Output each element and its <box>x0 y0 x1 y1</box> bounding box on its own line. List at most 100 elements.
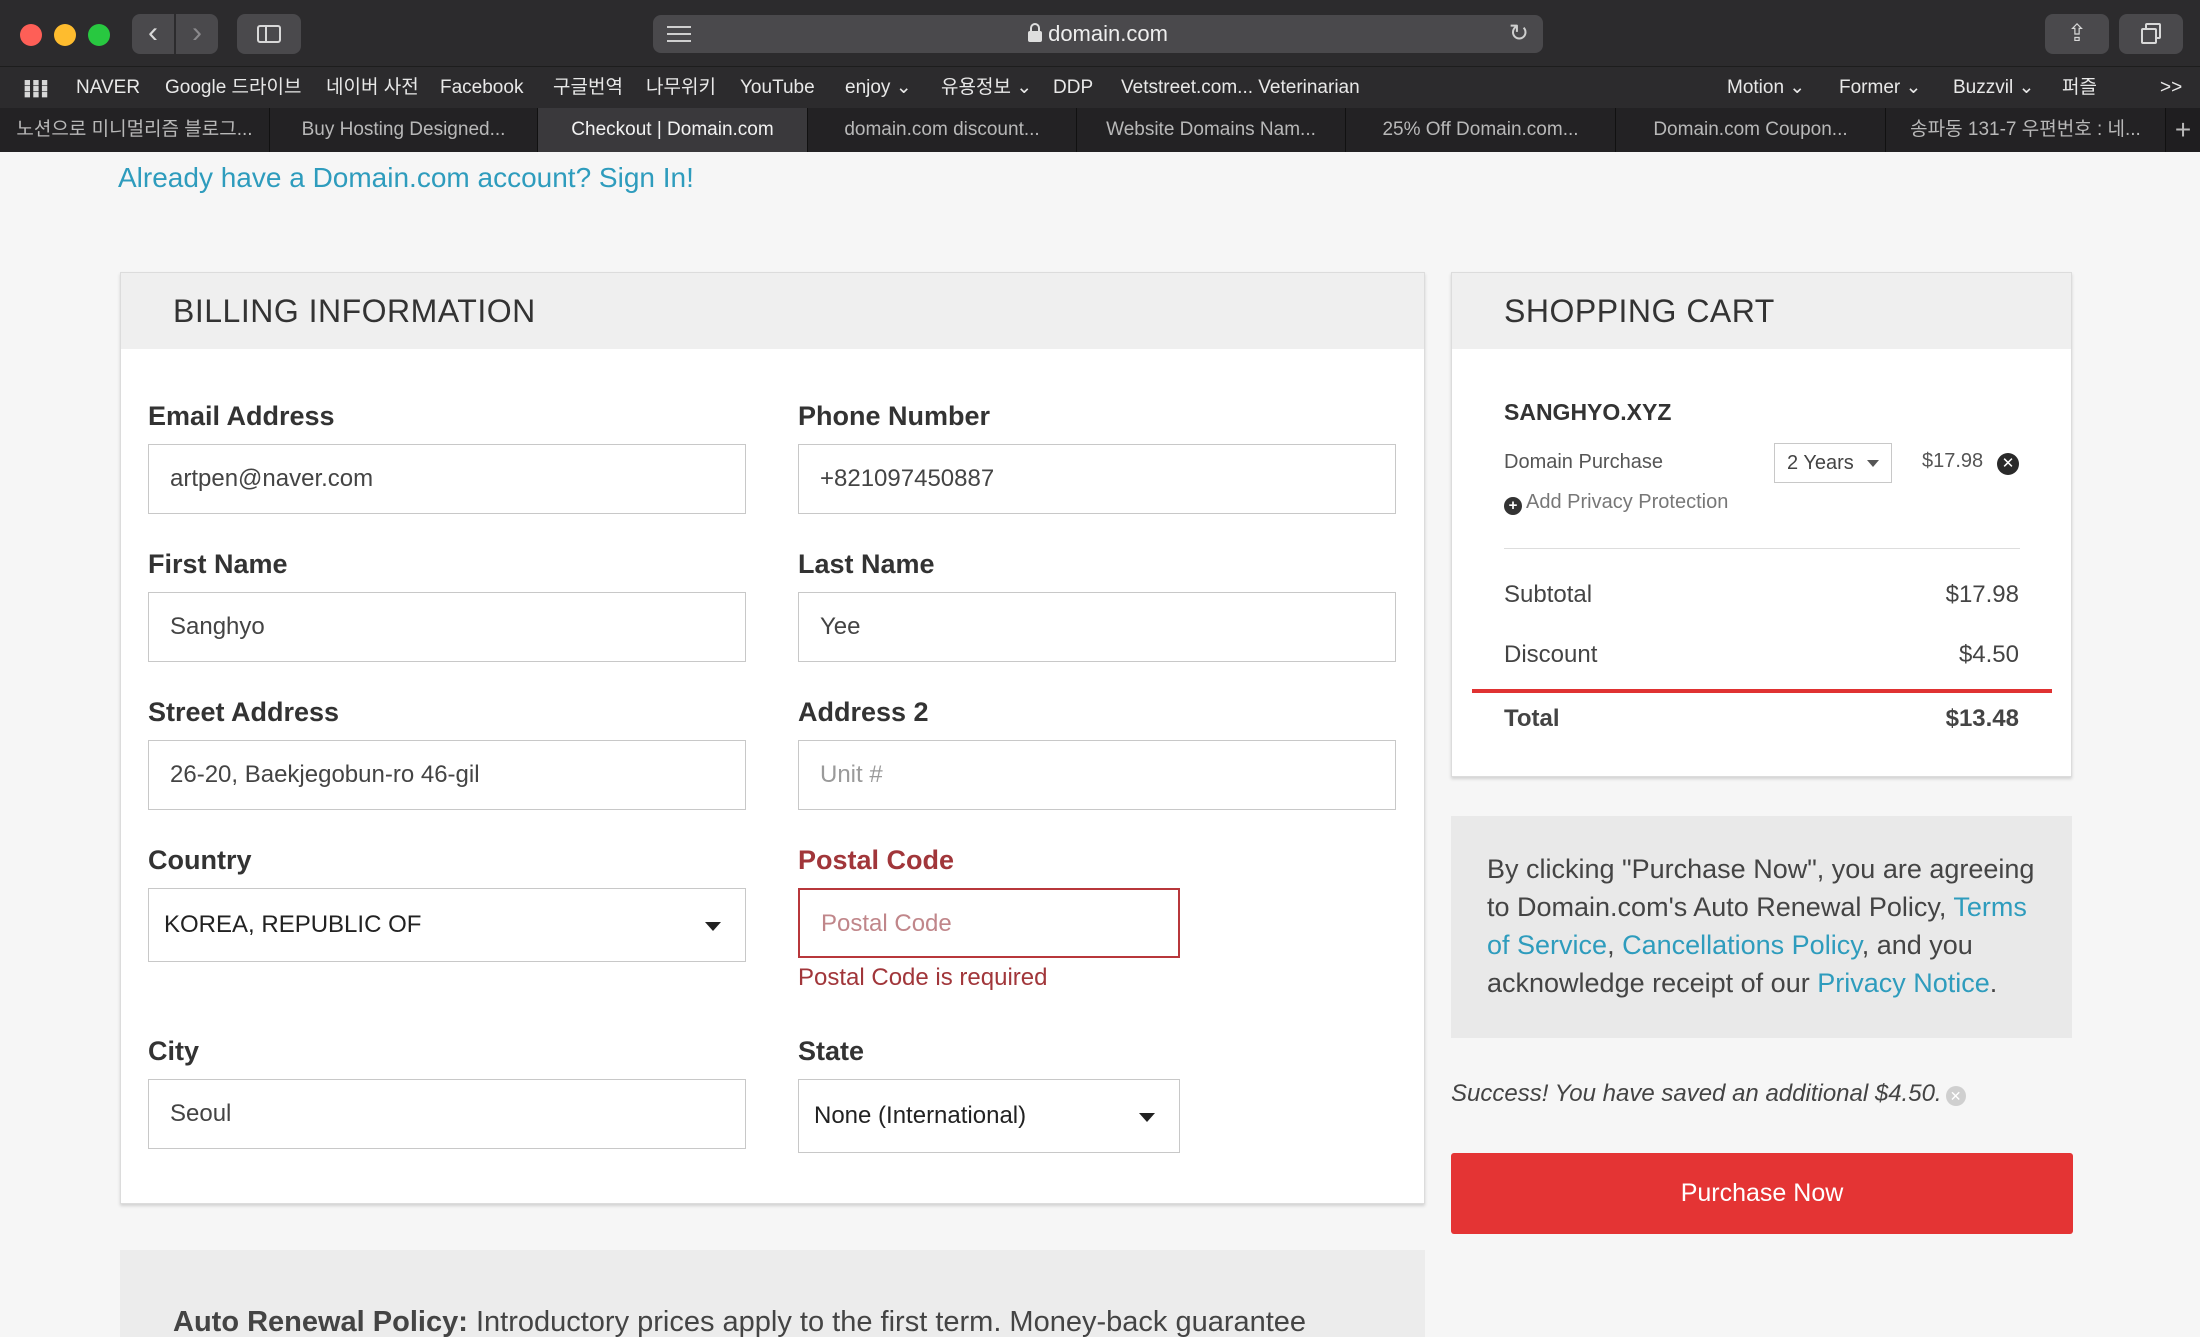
postal-code-error: Postal Code is required <box>798 964 1048 991</box>
page-content: Already have a Domain.com account? Sign … <box>0 152 2200 1337</box>
bookmark-vetstreet[interactable]: Vetstreet.com... Veterinarian <box>1121 67 1360 109</box>
state-value: None (International) <box>814 1102 1027 1129</box>
auto-renewal-label: Auto Renewal Policy: <box>173 1306 468 1337</box>
bookmark-google-drive[interactable]: Google 드라이브 <box>165 67 301 109</box>
tab-website-domains[interactable]: Website Domains Nam... <box>1077 108 1346 152</box>
cart-item-price: $17.98 <box>1922 450 1984 472</box>
share-button[interactable]: ⇪ <box>2045 14 2109 54</box>
bookmark-folder-motion[interactable]: Motion ⌄ <box>1727 67 1805 109</box>
tab-postal-code[interactable]: 송파동 131-7 우편번호 : 네... <box>1886 108 2166 152</box>
city-label: City <box>148 1036 200 1066</box>
discount-label: Discount <box>1504 641 1598 668</box>
last-name-field[interactable]: Yee <box>798 592 1396 662</box>
back-button[interactable]: ‹ <box>132 14 174 54</box>
bookmark-puzzle[interactable]: 퍼즐 <box>2062 67 2097 109</box>
street-address-field[interactable]: 26-20, Baekjegobun-ro 46-gil <box>148 740 746 810</box>
plus-circle-icon: + <box>1504 497 1522 515</box>
discount-value: $4.50 <box>1958 641 2019 668</box>
term-select[interactable]: 2 Years <box>1774 443 1892 483</box>
phone-field[interactable]: +821097450887 <box>798 444 1396 514</box>
country-select[interactable]: KOREA, REPUBLIC OF <box>148 888 746 962</box>
success-text: Success! You have saved an additional $4… <box>1451 1080 1942 1107</box>
subtotal-label: Subtotal <box>1504 581 1593 608</box>
chevron-down-icon <box>1139 1113 1155 1122</box>
postal-code-field[interactable]: Postal Code <box>798 888 1180 958</box>
bookmark-folder-useful[interactable]: 유용정보 ⌄ <box>941 67 1032 109</box>
add-privacy-link[interactable]: + Add Privacy Protection <box>1504 491 1728 515</box>
add-privacy-label: Add Privacy Protection <box>1526 491 1729 513</box>
tab-checkout-domain[interactable]: Checkout | Domain.com <box>538 108 808 152</box>
minimize-window-button[interactable] <box>54 24 76 46</box>
success-message: Success! You have saved an additional $4… <box>1451 1080 1966 1108</box>
sign-in-link[interactable]: Already have a Domain.com account? Sign … <box>118 162 694 194</box>
email-field[interactable]: artpen@naver.com <box>148 444 746 514</box>
street-address-label: Street Address <box>148 697 340 727</box>
tab-domain-discount[interactable]: domain.com discount... <box>808 108 1077 152</box>
window-titlebar: ‹ › domain.com ↻ ⇪ <box>0 0 2200 66</box>
sidebar-icon <box>257 25 281 43</box>
chevron-down-icon <box>1867 460 1879 467</box>
url-text: domain.com <box>1048 21 1168 46</box>
bookmark-google-translate[interactable]: 구글번역 <box>553 67 623 109</box>
bookmark-youtube[interactable]: YouTube <box>740 67 815 109</box>
sidebar-toggle-button[interactable] <box>237 14 301 54</box>
bookmarks-overflow-icon[interactable]: >> <box>2160 67 2182 109</box>
bookmark-naver[interactable]: NAVER <box>76 67 140 109</box>
country-label: Country <box>148 845 252 875</box>
cart-item-label: Domain Purchase <box>1504 451 1663 473</box>
tab-notion-blog[interactable]: 노션으로 미니멀리즘 블로그... <box>0 108 270 152</box>
reload-icon[interactable]: ↻ <box>1509 18 1529 50</box>
state-label: State <box>798 1036 865 1066</box>
lock-icon <box>1028 23 1043 42</box>
first-name-label: First Name <box>148 549 288 579</box>
address-bar[interactable]: domain.com ↻ <box>653 15 1543 53</box>
last-name-label: Last Name <box>798 549 935 579</box>
first-name-field[interactable]: Sanghyo <box>148 592 746 662</box>
billing-information-panel: BILLING INFORMATION Email Address artpen… <box>120 272 1425 1204</box>
tab-domain-coupon[interactable]: Domain.com Coupon... <box>1616 108 1886 152</box>
subtotal-value: $17.98 <box>1945 581 2019 608</box>
show-tabs-button[interactable] <box>2119 14 2183 54</box>
bookmark-folder-buzzvil[interactable]: Buzzvil ⌄ <box>1953 67 2034 109</box>
auto-renewal-policy: Auto Renewal Policy: Introductory prices… <box>120 1250 1425 1337</box>
bookmark-folder-former[interactable]: Former ⌄ <box>1839 67 1921 109</box>
email-label: Email Address <box>148 401 335 431</box>
remove-item-icon[interactable]: ✕ <box>1997 453 2019 475</box>
share-icon: ⇪ <box>2066 20 2088 47</box>
zoom-window-button[interactable] <box>88 24 110 46</box>
cart-domain-name: SANGHYO.XYZ <box>1504 399 1672 425</box>
bookmark-folder-enjoy[interactable]: enjoy ⌄ <box>845 67 912 109</box>
cancellations-policy-link[interactable]: Cancellations Policy <box>1622 930 1862 960</box>
privacy-notice-link[interactable]: Privacy Notice <box>1817 968 1990 998</box>
country-value: KOREA, REPUBLIC OF <box>164 911 422 938</box>
postal-code-label: Postal Code <box>798 845 955 875</box>
billing-title: BILLING INFORMATION <box>121 273 1424 349</box>
agreement-suffix: . <box>1989 968 1998 998</box>
total-value: $13.48 <box>1945 705 2019 732</box>
bookmark-ddp[interactable]: DDP <box>1053 67 1093 109</box>
cart-divider <box>1504 548 2020 549</box>
bookmark-namuwiki[interactable]: 나무위키 <box>646 67 716 109</box>
tab-buy-hosting[interactable]: Buy Hosting Designed... <box>270 108 538 152</box>
forward-button[interactable]: › <box>176 14 218 54</box>
shopping-cart-panel: SHOPPING CART SANGHYO.XYZ Domain Purchas… <box>1451 272 2072 777</box>
bookmark-facebook[interactable]: Facebook <box>440 67 523 109</box>
purchase-now-button[interactable]: Purchase Now <box>1451 1153 2073 1234</box>
close-window-button[interactable] <box>20 24 42 46</box>
total-label: Total <box>1504 705 1560 732</box>
dismiss-icon[interactable]: ✕ <box>1945 1086 1966 1106</box>
auto-renewal-text: Introductory prices apply to the first t… <box>467 1306 1307 1337</box>
total-divider <box>1472 689 2052 693</box>
bookmarks-bar: ■■■ ■■■ ■■■ NAVER Google 드라이브 네이버 사전 Faceb… <box>0 66 2200 108</box>
tab-bar: 노션으로 미니멀리즘 블로그... Buy Hosting Designed..… <box>0 108 2200 152</box>
state-select[interactable]: None (International) <box>798 1079 1180 1153</box>
bookmark-naver-dictionary[interactable]: 네이버 사전 <box>326 67 419 109</box>
address2-field[interactable]: Unit # <box>798 740 1396 810</box>
apps-grid-icon[interactable]: ■■■ ■■■ ■■■ <box>24 78 50 101</box>
tab-25-off[interactable]: 25% Off Domain.com... <box>1346 108 1616 152</box>
chevron-down-icon <box>705 922 721 931</box>
new-tab-button[interactable]: + <box>2166 108 2200 152</box>
city-field[interactable]: Seoul <box>148 1079 746 1149</box>
address2-label: Address 2 <box>798 697 929 727</box>
term-value: 2 Years <box>1787 452 1854 474</box>
